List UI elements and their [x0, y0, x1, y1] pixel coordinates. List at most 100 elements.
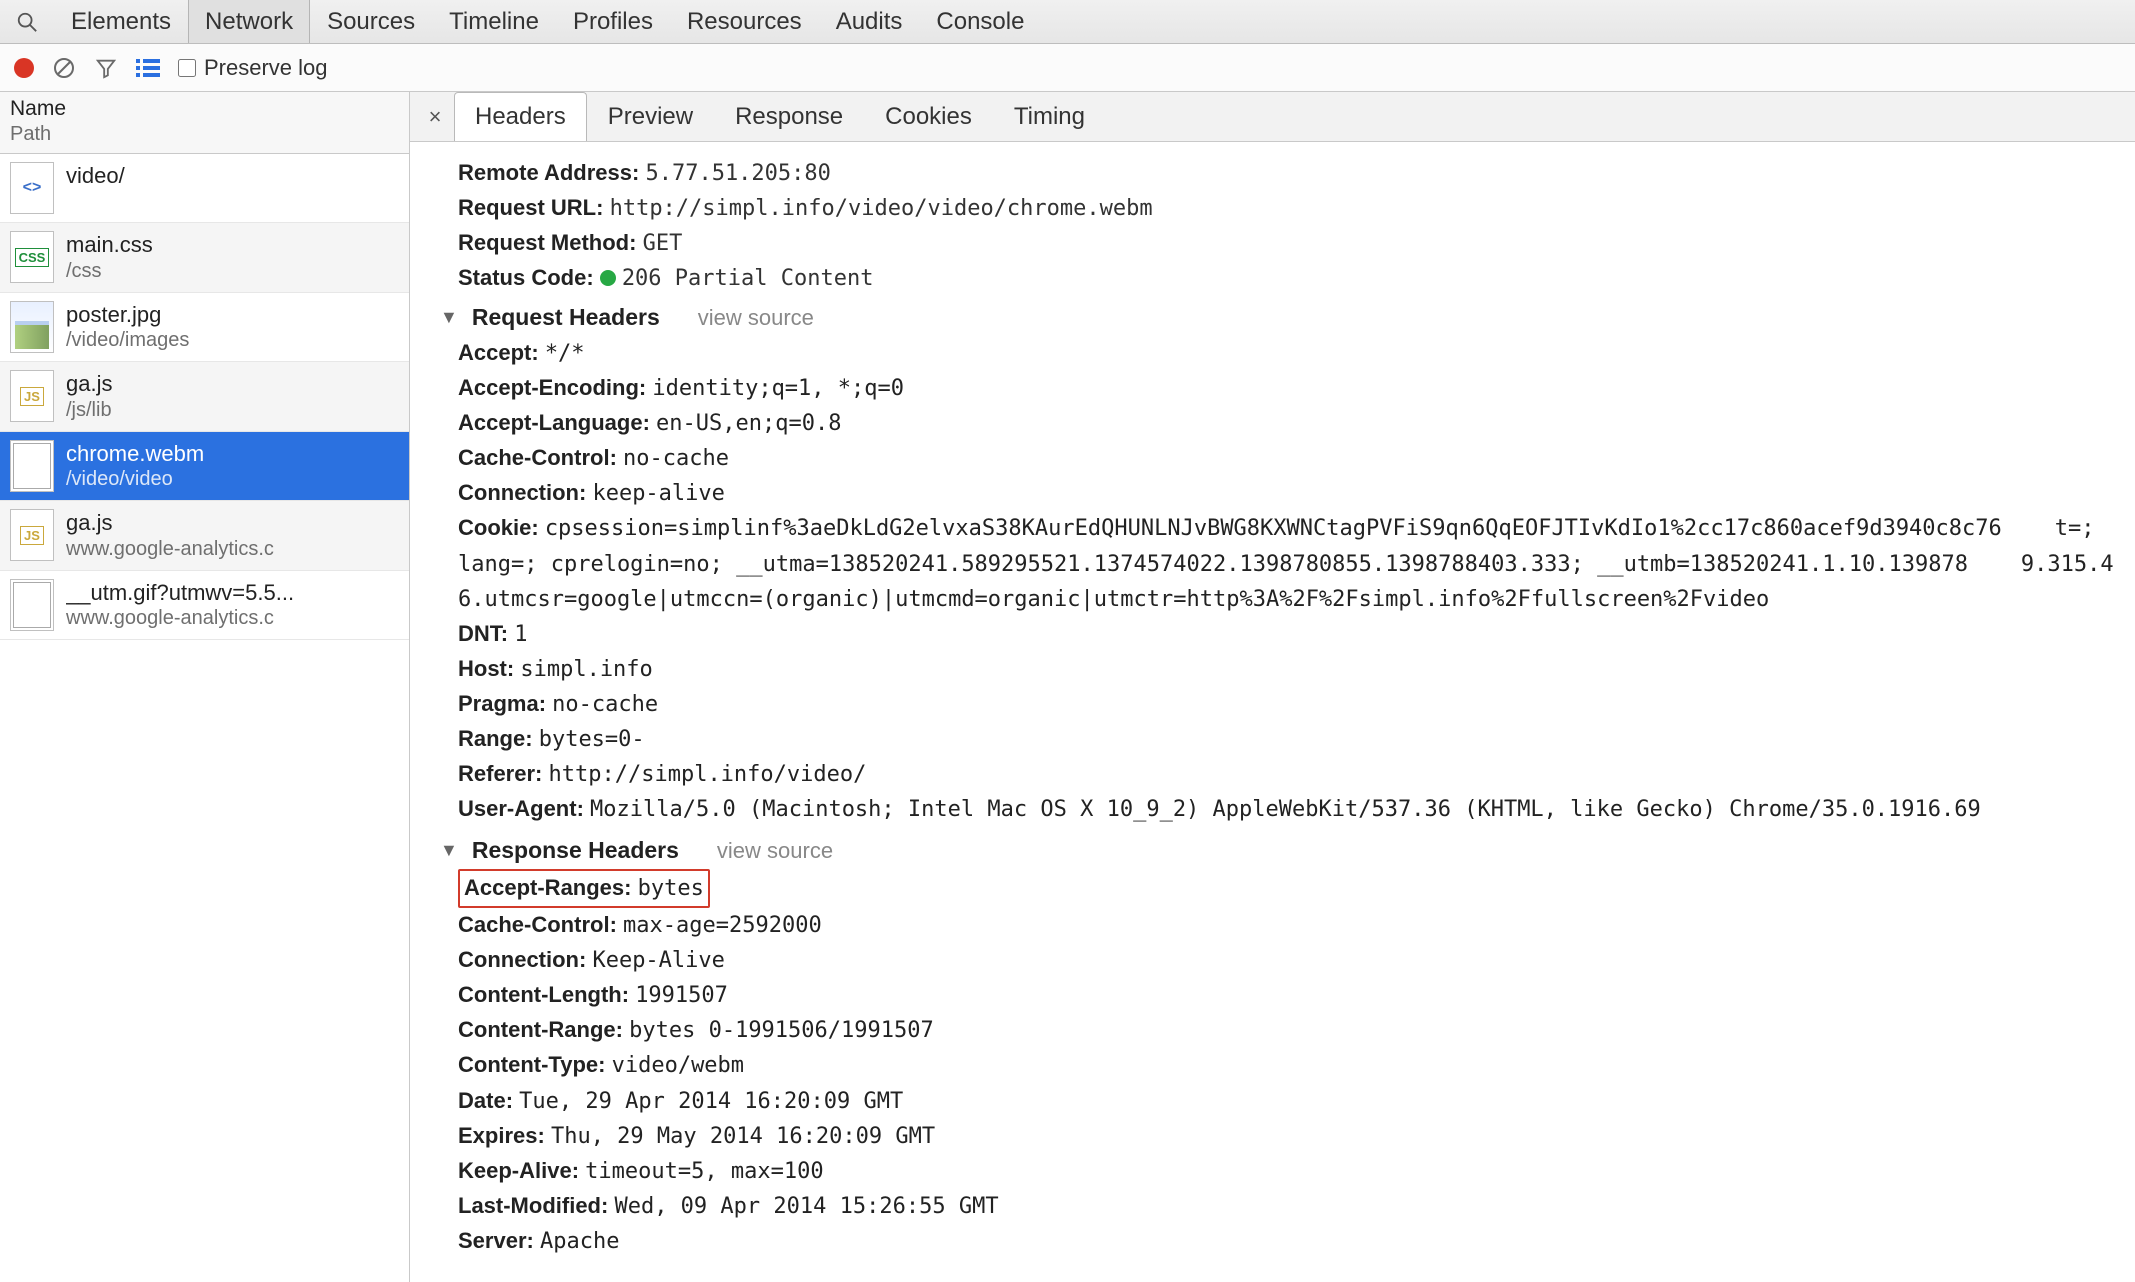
file-type-icon: <>: [10, 162, 54, 214]
header-row: Host simpl.info: [458, 652, 2117, 687]
request-row[interactable]: JSga.js/js/lib: [0, 362, 409, 432]
record-button[interactable]: [14, 58, 34, 78]
header-key: Accept-Ranges: [464, 875, 631, 900]
search-icon[interactable]: [14, 9, 40, 35]
request-row[interactable]: poster.jpg/video/images: [0, 293, 409, 363]
preserve-log-label: Preserve log: [204, 55, 328, 81]
header-key: Pragma: [458, 691, 546, 716]
preserve-log-toggle[interactable]: Preserve log: [178, 55, 328, 81]
header-value: Tue, 29 Apr 2014 16:20:09 GMT: [519, 1089, 903, 1114]
header-value: Mozilla/5.0 (Macintosh; Intel Mac OS X 1…: [590, 797, 1981, 822]
header-row: Referer http://simpl.info/video/: [458, 757, 2117, 792]
request-name: main.css: [66, 231, 153, 259]
header-row: Cache-Control no-cache: [458, 441, 2117, 476]
header-row: Last-Modified Wed, 09 Apr 2014 15:26:55 …: [458, 1189, 2117, 1224]
request-detail-panel: × HeadersPreviewResponseCookiesTiming Re…: [410, 92, 2135, 1282]
top-tab-timeline[interactable]: Timeline: [432, 0, 556, 43]
request-row[interactable]: CSSmain.css/css: [0, 223, 409, 293]
request-path: /video/images: [66, 328, 189, 353]
header-name-label: Name: [10, 96, 399, 122]
close-detail-icon[interactable]: ×: [420, 102, 450, 132]
general-request-url: Request URL http://simpl.info/video/vide…: [458, 191, 2117, 226]
view-source-link[interactable]: view source: [698, 301, 814, 335]
header-row: Accept-Language en-US,en;q=0.8: [458, 406, 2117, 441]
request-headers-title: Request Headers: [472, 300, 660, 336]
header-value: 1991507: [635, 983, 728, 1008]
header-value: Wed, 09 Apr 2014 15:26:55 GMT: [614, 1194, 998, 1219]
request-path: /video/video: [66, 467, 204, 492]
header-value: no-cache: [623, 446, 729, 471]
remote-address-label: Remote Address: [458, 160, 639, 185]
detail-tab-timing[interactable]: Timing: [993, 92, 1106, 141]
caret-down-icon: ▼: [440, 304, 458, 332]
header-key: Date: [458, 1088, 513, 1113]
preserve-log-checkbox[interactable]: [178, 59, 196, 77]
file-type-icon: JS: [10, 509, 54, 561]
request-url-value: http://simpl.info/video/video/chrome.web…: [610, 196, 1153, 221]
request-path: /css: [66, 259, 153, 284]
network-toolbar: Preserve log: [0, 44, 2135, 92]
remote-address-value: 5.77.51.205:80: [645, 161, 830, 186]
header-row: Pragma no-cache: [458, 687, 2117, 722]
highlighted-header: Accept-Ranges bytes: [458, 869, 710, 908]
header-value: simpl.info: [520, 657, 652, 682]
header-key: Expires: [458, 1123, 545, 1148]
top-tab-sources[interactable]: Sources: [310, 0, 432, 43]
request-row[interactable]: chrome.webm/video/video: [0, 432, 409, 502]
header-value: Apache: [540, 1229, 619, 1254]
header-value: en-US,en;q=0.8: [656, 411, 841, 436]
header-key: User-Agent: [458, 796, 584, 821]
top-tab-profiles[interactable]: Profiles: [556, 0, 670, 43]
header-key: Host: [458, 656, 514, 681]
header-key: Accept-Language: [458, 410, 650, 435]
header-value: bytes 0-1991506/1991507: [629, 1018, 934, 1043]
top-tab-network[interactable]: Network: [188, 0, 310, 43]
request-name: video/: [66, 162, 125, 190]
header-row: Keep-Alive timeout=5, max=100: [458, 1154, 2117, 1189]
request-name: poster.jpg: [66, 301, 189, 329]
header-value: http://simpl.info/video/: [549, 762, 867, 787]
detail-tab-response[interactable]: Response: [714, 92, 864, 141]
header-row: Accept-Encoding identity;q=1, *;q=0: [458, 371, 2117, 406]
request-list[interactable]: <>video/CSSmain.css/cssposter.jpg/video/…: [0, 154, 409, 1282]
request-row[interactable]: __utm.gif?utmwv=5.5...www.google-analyti…: [0, 571, 409, 641]
header-key: Referer: [458, 761, 542, 786]
request-row[interactable]: <> video/: [0, 154, 409, 223]
top-tab-elements[interactable]: Elements: [54, 0, 188, 43]
header-key: Content-Type: [458, 1052, 605, 1077]
clear-icon[interactable]: [52, 56, 76, 80]
header-path-label: Path: [10, 122, 399, 147]
header-value: bytes: [638, 876, 704, 901]
status-code-label: Status Code: [458, 265, 594, 290]
response-headers-title: Response Headers: [472, 833, 679, 869]
header-value: timeout=5, max=100: [585, 1159, 823, 1184]
header-row: Accept-Ranges bytes: [458, 869, 2117, 908]
header-value: 1: [514, 622, 527, 647]
status-code-value: 206 Partial Content: [600, 266, 874, 291]
request-path: www.google-analytics.c: [66, 606, 294, 631]
header-key: Accept-Encoding: [458, 375, 646, 400]
request-row[interactable]: JSga.jswww.google-analytics.c: [0, 501, 409, 571]
detail-tab-headers[interactable]: Headers: [454, 92, 587, 141]
top-tab-resources[interactable]: Resources: [670, 0, 819, 43]
request-method-value: GET: [643, 231, 683, 256]
request-headers-list: Accept */*Accept-Encoding identity;q=1, …: [440, 336, 2117, 827]
top-tab-audits[interactable]: Audits: [819, 0, 920, 43]
detail-tabs: × HeadersPreviewResponseCookiesTiming: [410, 92, 2135, 142]
header-row: Date Tue, 29 Apr 2014 16:20:09 GMT: [458, 1084, 2117, 1119]
view-source-link[interactable]: view source: [717, 834, 833, 868]
detail-tab-cookies[interactable]: Cookies: [864, 92, 993, 141]
detail-tab-preview[interactable]: Preview: [587, 92, 714, 141]
request-headers-section[interactable]: ▼ Request Headers view source: [440, 300, 2117, 336]
top-tab-console[interactable]: Console: [919, 0, 1041, 43]
header-key: Cache-Control: [458, 445, 617, 470]
request-path: /js/lib: [66, 398, 112, 423]
filter-icon[interactable]: [94, 56, 118, 80]
request-url-label: Request URL: [458, 195, 603, 220]
header-value: Keep-Alive: [592, 948, 724, 973]
header-row: Range bytes=0-: [458, 722, 2117, 757]
list-icon[interactable]: [136, 56, 160, 80]
header-row: Cookie cpsession=simplinf%3aeDkLdG2elvxa…: [458, 511, 2117, 616]
header-value: cpsession=simplinf%3aeDkLdG2elvxaS38KAur…: [458, 516, 2114, 611]
response-headers-section[interactable]: ▼ Response Headers view source: [440, 833, 2117, 869]
